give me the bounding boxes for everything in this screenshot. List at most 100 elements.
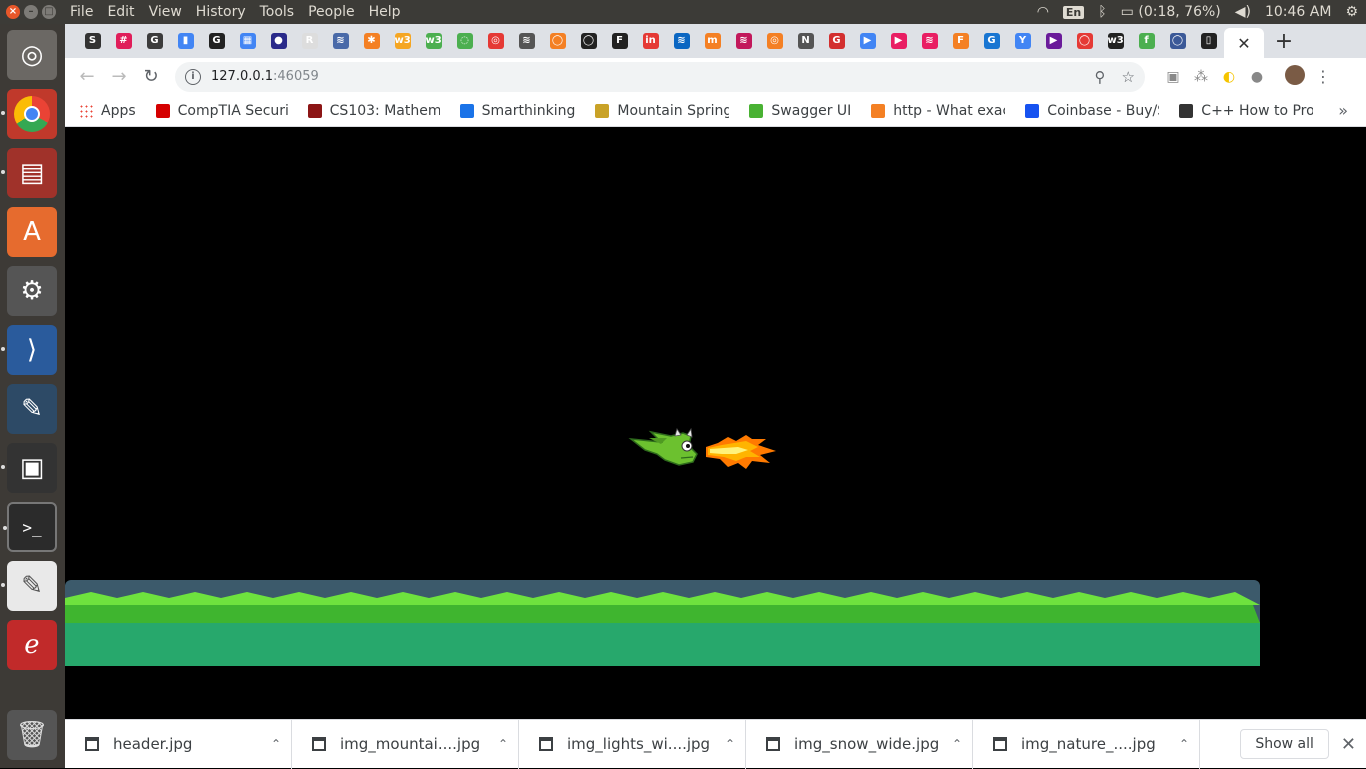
chevron-up-icon[interactable]: ⌃ (942, 737, 972, 751)
tab-20[interactable]: ≋ (666, 24, 697, 58)
tab-3[interactable]: G (139, 24, 170, 58)
chevron-up-icon[interactable]: ⌃ (1169, 737, 1199, 751)
download-item[interactable]: header.jpg ⌃ (65, 719, 292, 769)
menu-file[interactable]: File (66, 4, 97, 20)
show-all-button[interactable]: Show all (1240, 729, 1329, 759)
bluetooth-icon[interactable]: ᛒ (1098, 4, 1106, 20)
chevron-up-icon[interactable]: ⌃ (261, 737, 291, 751)
bookmark-item[interactable]: Swagger UI (749, 103, 851, 119)
tab-16[interactable]: ◯ (542, 24, 573, 58)
trash-icon[interactable]: 🗑 (7, 710, 57, 760)
menu-help[interactable]: Help (365, 4, 405, 20)
wifi-icon[interactable]: ◠ (1037, 4, 1049, 20)
mysql-workbench-icon[interactable]: ✎ (7, 384, 57, 434)
bookmark-item[interactable]: Coinbase - Buy/S (1025, 103, 1159, 119)
close-download-shelf-icon[interactable]: ✕ (1341, 734, 1356, 755)
bookmark-item[interactable]: C++ How to Prog (1179, 103, 1313, 119)
tab-35[interactable]: f (1131, 24, 1162, 58)
extension-icon-1[interactable]: ▣ (1159, 69, 1187, 85)
bookmark-star-icon[interactable]: ☆ (1122, 68, 1135, 86)
tab-15[interactable]: ≋ (511, 24, 542, 58)
vscode-icon[interactable]: ⟩ (1, 325, 57, 375)
bookmark-item[interactable]: http - What exac (871, 103, 1005, 119)
back-icon[interactable]: ← (71, 66, 103, 87)
tab-23[interactable]: ◎ (759, 24, 790, 58)
new-tab-button[interactable]: + (1264, 29, 1304, 54)
bookmark-item[interactable]: Apps (79, 103, 136, 119)
active-tab[interactable]: ✕ (1224, 28, 1264, 58)
tab-27[interactable]: ▶ (883, 24, 914, 58)
download-item[interactable]: img_nature_....jpg ⌃ (973, 719, 1200, 769)
software-center-icon[interactable]: A (7, 207, 57, 257)
chrome-icon[interactable] (1, 89, 57, 139)
window-maximize-icon[interactable]: □ (42, 5, 56, 19)
text-editor-icon[interactable]: ✎ (1, 561, 57, 611)
document-viewer-icon[interactable]: ℯ (7, 620, 57, 670)
tab-17[interactable]: ◯ (573, 24, 604, 58)
chevron-up-icon[interactable]: ⌃ (715, 737, 745, 751)
bookmarks-overflow-icon[interactable]: » (1338, 101, 1366, 120)
bookmark-item[interactable]: CS103: Mathema (307, 103, 440, 119)
download-item[interactable]: img_mountai....jpg ⌃ (292, 719, 519, 769)
chevron-up-icon[interactable]: ⌃ (488, 737, 518, 751)
window-close-icon[interactable]: × (6, 5, 20, 19)
browser-menu-icon[interactable]: ⋮ (1309, 67, 1337, 86)
tab-29[interactable]: F (945, 24, 976, 58)
volume-icon[interactable]: ◀) (1235, 4, 1251, 20)
menu-people[interactable]: People (304, 4, 359, 20)
extension-icon-2[interactable]: ⁂ (1187, 69, 1215, 85)
ubuntu-dash-icon[interactable]: ◎ (7, 30, 57, 80)
tab-2[interactable]: # (108, 24, 139, 58)
zoom-icon[interactable]: ⚲ (1095, 68, 1106, 86)
tab-36[interactable]: ◯ (1162, 24, 1193, 58)
tab-25[interactable]: G (821, 24, 852, 58)
tab-7[interactable]: ● (263, 24, 294, 58)
terminal-icon[interactable]: >_ (3, 502, 57, 552)
tab-21[interactable]: m (697, 24, 728, 58)
tab-31[interactable]: Y (1007, 24, 1038, 58)
download-item[interactable]: img_snow_wide.jpg ⌃ (746, 719, 973, 769)
tab-1[interactable]: S (77, 24, 108, 58)
bookmark-item[interactable]: CompTIA Securit (155, 103, 288, 119)
keyboard-layout-indicator[interactable]: En (1062, 5, 1085, 19)
menu-view[interactable]: View (145, 4, 186, 20)
tab-24[interactable]: N (790, 24, 821, 58)
tab-22[interactable]: ≋ (728, 24, 759, 58)
address-bar[interactable]: i 127.0.0.1:46059 ⚲ ☆ (175, 61, 1145, 92)
site-info-icon[interactable]: i (185, 68, 201, 85)
menu-tools[interactable]: Tools (256, 4, 299, 20)
tab-32[interactable]: ▶ (1038, 24, 1069, 58)
forward-icon[interactable]: → (103, 66, 135, 87)
tab-14[interactable]: ◎ (480, 24, 511, 58)
tab-9[interactable]: ≋ (325, 24, 356, 58)
menu-edit[interactable]: Edit (103, 4, 138, 20)
tab-5[interactable]: G (201, 24, 232, 58)
pixel-app-icon[interactable]: ▣ (1, 443, 57, 493)
window-minimize-icon[interactable]: – (24, 5, 38, 19)
download-item[interactable]: img_lights_wi....jpg ⌃ (519, 719, 746, 769)
tab-13[interactable]: ◌ (449, 24, 480, 58)
extension-moon-icon[interactable]: ◐ (1215, 69, 1243, 85)
tab-6[interactable]: ▦ (232, 24, 263, 58)
files-icon[interactable]: ▤ (1, 148, 57, 198)
clock[interactable]: 10:46 AM (1265, 4, 1331, 20)
tab-11[interactable]: w3 (387, 24, 418, 58)
tab-28[interactable]: ≋ (914, 24, 945, 58)
tab-19[interactable]: in (635, 24, 666, 58)
system-gear-icon[interactable]: ⚙ (1345, 4, 1358, 20)
tab-26[interactable]: ▶ (852, 24, 883, 58)
bookmark-item[interactable]: Smarthinking (459, 103, 575, 119)
tab-33[interactable]: ◯ (1069, 24, 1100, 58)
settings-icon[interactable]: ⚙ (7, 266, 57, 316)
tab-4[interactable]: ▮ (170, 24, 201, 58)
close-tab-icon[interactable]: ✕ (1237, 34, 1250, 53)
tab-30[interactable]: G (976, 24, 1007, 58)
battery-indicator[interactable]: ▭ (0:18, 76%) (1121, 4, 1221, 20)
tab-10[interactable]: ✱ (356, 24, 387, 58)
tab-8[interactable]: R (294, 24, 325, 58)
tab-18[interactable]: F (604, 24, 635, 58)
tab-37[interactable]: ▯ (1193, 24, 1224, 58)
extension-circle-icon[interactable]: ● (1243, 69, 1271, 85)
bookmark-item[interactable]: Mountain Spring (595, 103, 729, 119)
game-canvas[interactable] (65, 127, 1366, 719)
